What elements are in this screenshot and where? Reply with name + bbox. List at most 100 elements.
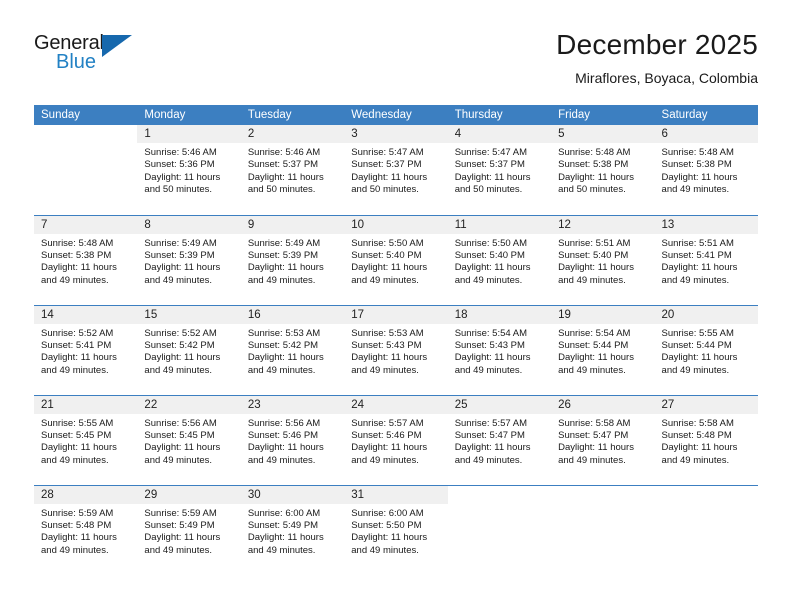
sunrise-text: Sunrise: 5:53 AM xyxy=(247,327,321,339)
daylight-text-line2: and 49 minutes. xyxy=(454,274,523,286)
calendar-day-cell[interactable]: 10 Sunrise: 5:50 AM Sunset: 5:40 PM Dayligh… xyxy=(344,214,448,305)
sunset-text: Sunset: 5:47 PM xyxy=(454,429,525,441)
day-number: 10 xyxy=(344,215,448,234)
daylight-text-line1: Daylight: 11 hours xyxy=(661,442,738,454)
calendar-day-cell[interactable]: 5 Sunrise: 5:48 AM Sunset: 5:38 PM Daylight… xyxy=(551,125,655,215)
day-details: Sunrise: 6:00 AM Sunset: 5:50 PM Daylight:… xyxy=(344,504,447,558)
sunset-text: Sunset: 5:45 PM xyxy=(144,429,215,441)
daylight-text-line1: Daylight: 11 hours xyxy=(351,171,428,183)
day-number: 16 xyxy=(240,305,345,324)
triangle-icon xyxy=(102,35,132,57)
calendar-day-cell[interactable]: 13 Sunrise: 5:51 AM Sunset: 5:41 PM Dayligh… xyxy=(654,214,758,305)
calendar-day-cell[interactable]: 19 Sunrise: 5:54 AM Sunset: 5:44 PM Dayligh… xyxy=(551,304,655,395)
calendar-day-cell[interactable]: 26 Sunrise: 5:58 AM Sunset: 5:47 PM Dayligh… xyxy=(551,394,655,485)
calendar-day-cell[interactable]: 4 Sunrise: 5:47 AM Sunset: 5:37 PM Daylight… xyxy=(447,125,552,215)
sunset-text: Sunset: 5:45 PM xyxy=(41,429,112,441)
sunset-text: Sunset: 5:43 PM xyxy=(454,339,525,351)
day-details: Sunrise: 5:48 AM Sunset: 5:38 PM Daylight:… xyxy=(551,143,654,197)
calendar-day-cell[interactable]: 7 Sunrise: 5:48 AM Sunset: 5:38 PM Daylight… xyxy=(34,214,138,305)
calendar-day-cell[interactable]: 3 Sunrise: 5:47 AM Sunset: 5:37 PM Daylight… xyxy=(344,125,448,215)
calendar-day-cell[interactable]: 27 Sunrise: 5:58 AM Sunset: 5:48 PM Dayligh… xyxy=(654,394,758,485)
day-number: 27 xyxy=(654,395,758,414)
weekday-header-wednesday: Wednesday xyxy=(344,105,448,125)
daylight-text-line2: and 49 minutes. xyxy=(351,454,419,466)
sunset-text: Sunset: 5:44 PM xyxy=(558,339,629,351)
sunrise-text: Sunrise: 5:54 AM xyxy=(558,327,631,339)
calendar-day-cell[interactable]: 6 Sunrise: 5:48 AM Sunset: 5:38 PM Daylight… xyxy=(654,125,758,215)
calendar-day-cell[interactable]: 23 Sunrise: 5:56 AM Sunset: 5:46 PM Dayligh… xyxy=(240,394,345,485)
sunset-text: Sunset: 5:37 PM xyxy=(454,159,525,171)
weekday-headers: Sunday Monday Tuesday Wednesday Thursday Frid… xyxy=(34,105,758,125)
calendar-day-cell[interactable]: 17 Sunrise: 5:53 AM Sunset: 5:43 PM Dayligh… xyxy=(344,304,448,395)
calendar-day-cell[interactable]: 11 Sunrise: 5:50 AM Sunset: 5:40 PM Dayligh… xyxy=(447,214,552,305)
daylight-text-line1: Daylight: 11 hours xyxy=(144,171,221,183)
calendar-day-cell[interactable]: 30 Sunrise: 6:00 AM Sunset: 5:49 PM Dayligh… xyxy=(240,484,345,575)
day-number: 19 xyxy=(551,305,655,324)
calendar-day-cell[interactable]: 28 Sunrise: 5:59 AM Sunset: 5:48 PM Dayligh… xyxy=(34,484,138,575)
sunrise-text: Sunrise: 5:59 AM xyxy=(41,507,114,519)
calendar-day-cell[interactable]: 14 Sunrise: 5:52 AM Sunset: 5:41 PM Dayligh… xyxy=(34,304,138,395)
sunrise-text: Sunrise: 5:59 AM xyxy=(144,507,217,519)
calendar-day-cell[interactable]: 12 Sunrise: 5:51 AM Sunset: 5:40 PM Dayligh… xyxy=(551,214,655,305)
daylight-text-line1: Daylight: 11 hours xyxy=(351,532,428,544)
day-number: 28 xyxy=(34,485,138,504)
sunrise-text: Sunrise: 5:50 AM xyxy=(454,237,528,249)
sunset-text: Sunset: 5:44 PM xyxy=(661,339,732,351)
sunset-text: Sunset: 5:40 PM xyxy=(558,249,629,261)
daylight-text-line1: Daylight: 11 hours xyxy=(351,262,428,274)
day-number: 29 xyxy=(137,485,241,504)
daylight-text-line2: and 49 minutes. xyxy=(247,544,316,556)
day-number: 31 xyxy=(344,485,448,504)
calendar-body: 1 Sunrise: 5:46 AM Sunset: 5:36 PM Daylight… xyxy=(34,125,758,575)
calendar-day-cell[interactable]: 16 Sunrise: 5:53 AM Sunset: 5:42 PM Dayligh… xyxy=(240,304,345,395)
calendar-day-cell-empty xyxy=(654,484,758,575)
daylight-text-line1: Daylight: 11 hours xyxy=(661,262,738,274)
calendar-day-cell[interactable]: 15 Sunrise: 5:52 AM Sunset: 5:42 PM Dayligh… xyxy=(137,304,241,395)
daylight-text-line1: Daylight: 11 hours xyxy=(454,262,531,274)
sunrise-text: Sunrise: 5:46 AM xyxy=(247,147,321,158)
calendar-day-cell[interactable]: 24 Sunrise: 5:57 AM Sunset: 5:46 PM Dayligh… xyxy=(344,394,448,485)
sunrise-text: Sunrise: 5:49 AM xyxy=(144,237,217,249)
calendar-day-cell[interactable]: 2 Sunrise: 5:46 AM Sunset: 5:37 PM Daylight… xyxy=(240,125,345,215)
day-details: Sunrise: 5:52 AM Sunset: 5:41 PM Daylight:… xyxy=(34,324,137,378)
sunrise-text: Sunrise: 5:52 AM xyxy=(41,327,114,339)
daylight-text-line2: and 49 minutes. xyxy=(247,274,316,286)
calendar-day-cell[interactable]: 22 Sunrise: 5:56 AM Sunset: 5:45 PM Dayligh… xyxy=(137,394,241,485)
daylight-text-line2: and 49 minutes. xyxy=(661,184,730,196)
daylight-text-line1: Daylight: 11 hours xyxy=(454,352,531,364)
calendar-day-cell[interactable]: 25 Sunrise: 5:57 AM Sunset: 5:47 PM Dayligh… xyxy=(447,394,552,485)
daylight-text-line2: and 49 minutes. xyxy=(558,454,626,466)
calendar-day-cell[interactable]: 29 Sunrise: 5:59 AM Sunset: 5:49 PM Dayligh… xyxy=(137,484,241,575)
day-details: Sunrise: 5:57 AM Sunset: 5:46 PM Daylight:… xyxy=(344,414,447,468)
calendar-day-cell[interactable]: 31 Sunrise: 6:00 AM Sunset: 5:50 PM Dayligh… xyxy=(344,484,448,575)
weekday-header-monday: Monday xyxy=(137,105,241,125)
day-details: Sunrise: 5:48 AM Sunset: 5:38 PM Daylight:… xyxy=(655,143,758,197)
daylight-text-line1: Daylight: 11 hours xyxy=(41,352,117,364)
daylight-text-line2: and 49 minutes. xyxy=(247,364,316,376)
sunset-text: Sunset: 5:50 PM xyxy=(351,519,422,531)
calendar-day-cell[interactable]: 20 Sunrise: 5:55 AM Sunset: 5:44 PM Dayligh… xyxy=(654,304,758,395)
daylight-text-line2: and 50 minutes. xyxy=(247,184,316,196)
title-block: December 2025 Miraflores, Boyaca, Colomb… xyxy=(556,28,758,89)
weekday-header-saturday: Saturday xyxy=(654,105,758,125)
day-number: 20 xyxy=(654,305,758,324)
calendar-day-cell-empty xyxy=(447,484,552,575)
calendar-day-cell[interactable]: 8 Sunrise: 5:49 AM Sunset: 5:39 PM Daylight… xyxy=(137,214,241,305)
daylight-text-line1: Daylight: 11 hours xyxy=(351,352,428,364)
sunset-text: Sunset: 5:39 PM xyxy=(247,249,319,261)
calendar-day-cell[interactable]: 1 Sunrise: 5:46 AM Sunset: 5:36 PM Daylight… xyxy=(137,125,241,215)
day-number: 11 xyxy=(447,215,552,234)
daylight-text-line2: and 49 minutes. xyxy=(454,364,523,376)
daylight-text-line2: and 49 minutes. xyxy=(661,364,730,376)
calendar-day-cell[interactable]: 21 Sunrise: 5:55 AM Sunset: 5:45 PM Dayligh… xyxy=(34,394,138,485)
daylight-text-line2: and 49 minutes. xyxy=(41,544,109,556)
calendar-day-cell[interactable]: 9 Sunrise: 5:49 AM Sunset: 5:39 PM Daylight… xyxy=(240,214,345,305)
sunset-text: Sunset: 5:48 PM xyxy=(661,429,732,441)
sunrise-text: Sunrise: 5:49 AM xyxy=(247,237,321,249)
day-number xyxy=(654,485,758,504)
daylight-text-line2: and 49 minutes. xyxy=(351,364,419,376)
calendar-day-cell[interactable]: 18 Sunrise: 5:54 AM Sunset: 5:43 PM Dayligh… xyxy=(447,304,552,395)
day-details: Sunrise: 5:56 AM Sunset: 5:46 PM Daylight:… xyxy=(241,414,344,468)
calendar-week-row: 28 Sunrise: 5:59 AM Sunset: 5:48 PM Dayligh… xyxy=(34,484,758,575)
sunrise-text: Sunrise: 5:46 AM xyxy=(144,147,217,158)
